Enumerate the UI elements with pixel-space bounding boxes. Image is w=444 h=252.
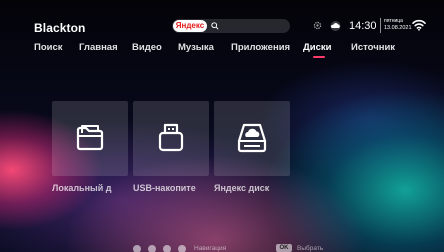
tab-video[interactable]: Видео [132, 42, 162, 53]
hint-navigation: Навигация [194, 245, 227, 252]
yandex-search-badge: Яндекс [173, 20, 207, 32]
tab-source[interactable]: Источник [351, 42, 395, 53]
settings-icon[interactable] [313, 21, 322, 30]
tab-disks[interactable]: Диски [303, 42, 332, 53]
dpad-down-icon [148, 245, 156, 252]
tab-apps[interactable]: Приложения [231, 42, 290, 53]
tile-usb-drive[interactable] [133, 101, 209, 176]
tv-home-screen: Blackton Яндекс 14:30 пятница 13.08.2021… [0, 0, 444, 252]
dpad-up-icon [133, 245, 141, 252]
clock-time: 14:30 [349, 20, 377, 32]
cloud-disk-icon [237, 123, 267, 153]
status-divider [380, 18, 381, 33]
tile-label-yandex-disk: Яндекс диск [214, 183, 270, 193]
tile-label-local-disk: Локальный д [52, 183, 112, 193]
active-tab-indicator [313, 56, 325, 58]
hint-select: Выбрать [297, 245, 324, 252]
search-bar[interactable]: Яндекс [172, 19, 290, 33]
weather-cloud-icon [330, 21, 341, 31]
tile-yandex-disk[interactable] [214, 101, 290, 176]
tab-search[interactable]: Поиск [34, 42, 63, 53]
tab-home[interactable]: Главная [79, 42, 118, 53]
brand-logo: Blackton [34, 21, 86, 35]
tile-label-usb-drive: USB-накопите [133, 183, 196, 193]
folder-icon [76, 125, 104, 151]
tab-music[interactable]: Музыка [178, 42, 214, 53]
ok-key-icon: OK [276, 244, 292, 252]
usb-drive-icon [158, 123, 184, 152]
tile-local-disk[interactable] [52, 101, 128, 176]
dpad-left-icon [163, 245, 171, 252]
day-of-week: пятница [384, 18, 403, 24]
search-icon [211, 22, 219, 30]
current-date: 13.08.2021 [384, 25, 412, 31]
dpad-right-icon [178, 245, 186, 252]
wifi-icon [412, 19, 426, 31]
